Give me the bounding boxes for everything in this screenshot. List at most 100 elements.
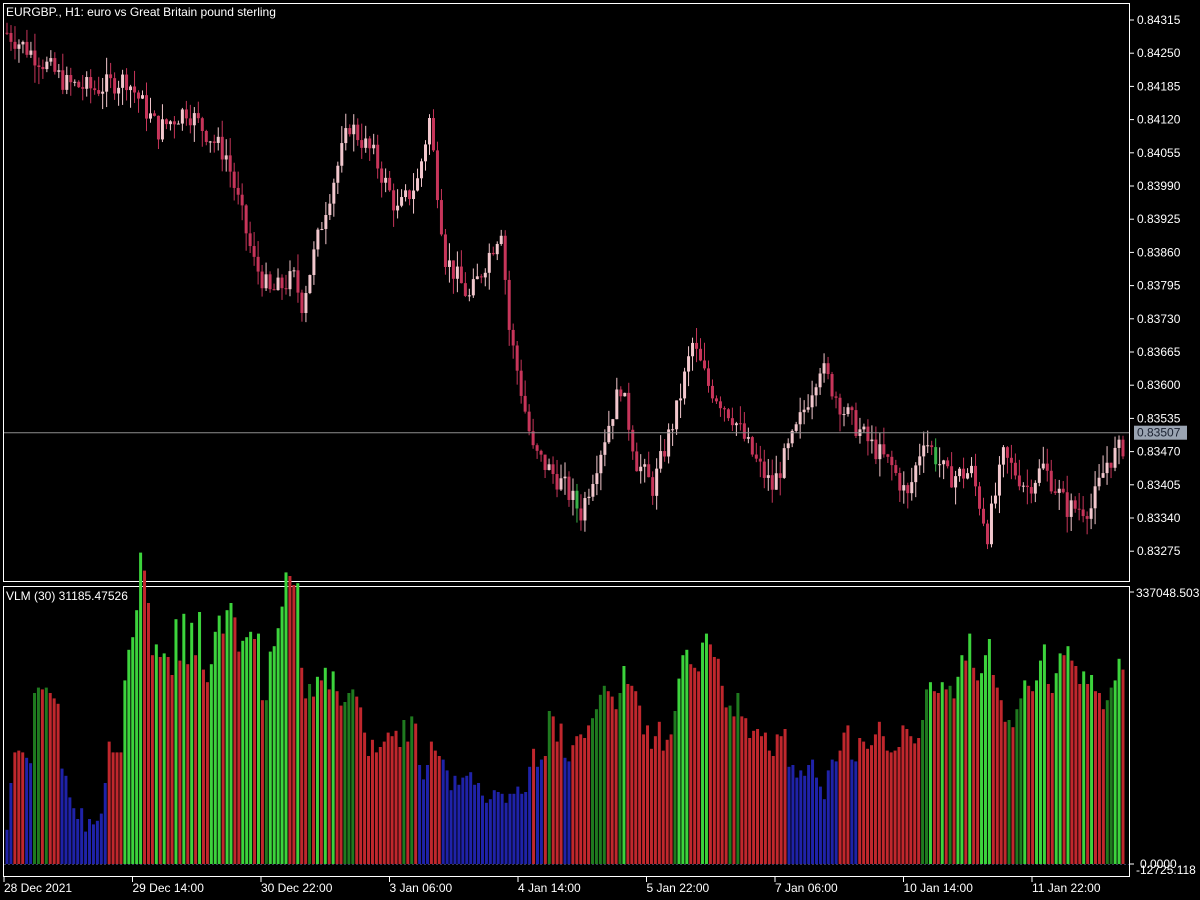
volume-bar: [1086, 684, 1090, 864]
volume-bar: [987, 639, 991, 864]
candle-body: [862, 426, 866, 430]
volume-bar: [693, 667, 697, 864]
volume-bar: [288, 576, 292, 864]
candle-body: [284, 288, 288, 290]
volume-bar: [64, 775, 68, 864]
volume-bar: [551, 716, 555, 864]
candle-body: [145, 95, 148, 119]
volume-bar: [323, 667, 327, 864]
candle-body: [280, 277, 284, 289]
candle-body: [499, 235, 503, 244]
candle-body: [706, 368, 710, 386]
volume-bar: [135, 610, 139, 864]
candle-body: [113, 78, 117, 94]
candle-body: [1017, 475, 1021, 487]
candle-body: [603, 442, 607, 455]
candle-body: [866, 426, 870, 442]
volume-bar: [877, 721, 881, 864]
volume-bar: [500, 793, 504, 864]
candle-body: [431, 118, 435, 151]
candle-body: [412, 190, 416, 200]
volume-bar: [889, 752, 893, 864]
candle-body: [718, 401, 722, 409]
volume-bar: [241, 640, 245, 864]
volume-bar: [858, 738, 862, 864]
volume-bar: [1090, 675, 1094, 864]
candle-body: [810, 395, 814, 408]
candle-body: [208, 141, 212, 143]
volume-bar: [622, 666, 626, 864]
volume-bar: [685, 649, 689, 864]
volume-bar: [921, 720, 925, 864]
candle-body: [954, 476, 958, 488]
candle-body: [1117, 439, 1121, 448]
candle-body: [1085, 516, 1089, 519]
candle-body: [539, 450, 543, 455]
candle-body: [559, 478, 563, 490]
volume-bar: [807, 765, 811, 864]
candle-body: [599, 454, 603, 474]
candle-body: [726, 409, 730, 419]
candle-body: [160, 119, 164, 140]
candle-body: [49, 58, 53, 62]
volume-bar: [960, 655, 964, 864]
candle-body: [699, 348, 703, 361]
volume-bar: [870, 745, 874, 864]
volume-bar: [178, 660, 182, 864]
candle-body: [515, 345, 519, 371]
volume-bar: [917, 738, 921, 864]
candle-body: [1109, 462, 1113, 468]
candle-body: [65, 75, 69, 90]
candle-body: [890, 456, 894, 466]
volume-bar: [422, 779, 426, 864]
candle-body: [651, 477, 655, 496]
candle-body: [248, 233, 252, 247]
volume-bar: [822, 799, 826, 864]
candle-body: [938, 464, 942, 466]
volume-bar: [653, 736, 657, 864]
candle-body: [196, 113, 200, 119]
volume-bar: [991, 675, 995, 864]
volume-bar: [1093, 691, 1097, 864]
volume-bar: [850, 759, 854, 864]
candle-body: [1101, 473, 1105, 478]
candle-body: [691, 342, 695, 357]
volume-bar: [587, 725, 591, 864]
volume-bar: [708, 644, 712, 864]
volume-bar: [559, 723, 563, 864]
volume-bottom-label: -12725.118: [1136, 863, 1196, 877]
time-tick-label: 29 Dec 14:00: [133, 881, 205, 895]
candle-body: [1077, 508, 1081, 510]
volume-bar: [359, 707, 363, 864]
candle-body: [276, 277, 280, 291]
candle-body: [404, 190, 408, 198]
candle-body: [240, 194, 244, 206]
candle-body: [758, 458, 762, 462]
volume-bar: [563, 757, 567, 864]
volume-bar: [127, 649, 131, 864]
price-tick-label: 0.84185: [1137, 79, 1181, 93]
volume-bar: [673, 711, 677, 864]
volume-bar: [131, 637, 135, 864]
volume-bar: [759, 736, 763, 864]
candle-body: [1021, 485, 1025, 487]
volume-bar: [33, 693, 37, 864]
volume-bar: [488, 799, 492, 864]
candle-body: [710, 385, 714, 399]
volume-bar: [36, 687, 40, 864]
candle-body: [762, 461, 766, 478]
volume-bar: [209, 664, 213, 864]
candle-body: [842, 414, 846, 416]
volume-bar: [791, 765, 795, 864]
candle-body: [184, 109, 188, 119]
candle-body: [962, 468, 966, 479]
volume-bar: [280, 606, 284, 864]
candle-body: [918, 456, 922, 466]
candle-body: [9, 32, 13, 42]
candle-body: [97, 90, 101, 94]
candle-body: [156, 115, 160, 140]
volume-bar: [343, 702, 347, 864]
candle-body: [703, 360, 706, 369]
candle-body: [17, 44, 21, 49]
candle-body: [734, 423, 738, 426]
